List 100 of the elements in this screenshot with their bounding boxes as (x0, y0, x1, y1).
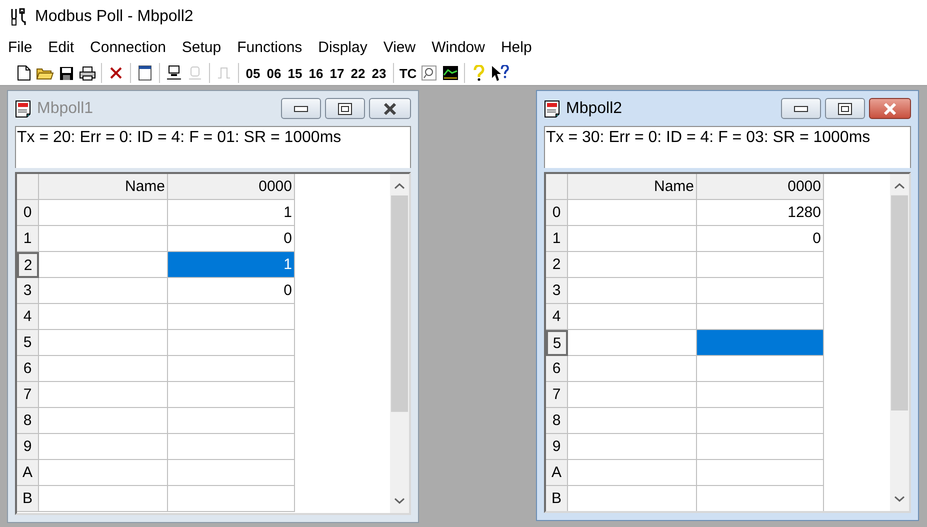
table-cell[interactable]: 0 (697, 226, 824, 252)
corner-header (17, 174, 39, 200)
table-cell[interactable] (168, 382, 295, 408)
device-icon (188, 65, 202, 81)
table-cell[interactable]: 0 (168, 226, 295, 252)
column-header[interactable]: Name (568, 174, 697, 200)
chart-icon[interactable] (442, 65, 458, 81)
menu-item[interactable]: Edit (48, 38, 82, 56)
row-header[interactable]: 5 (17, 330, 39, 356)
minimize-icon (794, 106, 808, 112)
row-header[interactable]: A (17, 460, 39, 486)
maximize-button[interactable] (325, 98, 365, 119)
table-cell[interactable] (697, 382, 824, 408)
menu-item[interactable]: File (8, 38, 40, 56)
table-cell[interactable] (168, 486, 295, 512)
row-header[interactable]: 8 (546, 408, 568, 434)
maximize-icon (338, 102, 352, 114)
row-header[interactable]: B (546, 486, 568, 511)
table-cell[interactable]: 0 (168, 278, 295, 304)
function-code-button[interactable]: 23 (370, 63, 388, 83)
row-header[interactable]: 6 (17, 356, 39, 382)
table-cell[interactable] (697, 278, 824, 304)
table-cell[interactable] (697, 304, 824, 330)
close-button[interactable] (869, 98, 911, 119)
table-cell[interactable] (697, 460, 824, 486)
table-cell[interactable] (168, 304, 295, 330)
table-cell[interactable] (168, 434, 295, 460)
maximize-button[interactable] (825, 98, 865, 119)
magnifier-icon[interactable] (421, 65, 437, 81)
row-header[interactable]: 5 (546, 330, 568, 356)
menu-item[interactable]: Help (500, 38, 540, 56)
function-code-button[interactable]: TC (399, 63, 417, 83)
menu-item[interactable]: Functions (237, 38, 310, 56)
window-title: Mbpoll2 (566, 100, 624, 118)
menu-item[interactable]: Connection (90, 38, 174, 56)
table-cell[interactable] (697, 408, 824, 434)
help-icon[interactable] (473, 65, 485, 81)
row-header[interactable]: 1 (546, 226, 568, 252)
column-header[interactable]: 0000 (168, 174, 295, 200)
row-header[interactable]: 7 (17, 382, 39, 408)
close-icon (382, 102, 398, 116)
row-header[interactable]: 0 (546, 200, 568, 226)
table-cell[interactable] (697, 434, 824, 460)
menu-item[interactable]: Window (432, 38, 493, 56)
row-header[interactable]: 3 (17, 278, 39, 304)
app-title: Modbus Poll - Mbpoll2 (35, 8, 194, 26)
row-header[interactable]: 3 (546, 278, 568, 304)
function-code-button[interactable]: 22 (349, 63, 367, 83)
close-icon (882, 102, 898, 116)
row-header[interactable]: 1 (17, 226, 39, 252)
row-header[interactable]: 9 (546, 434, 568, 460)
row-header[interactable]: 2 (546, 252, 568, 278)
row-header[interactable]: 6 (546, 356, 568, 382)
new-file-icon[interactable] (17, 65, 31, 81)
corner-header (546, 174, 568, 200)
table-cell[interactable]: 1280 (697, 200, 824, 226)
row-header[interactable]: 0 (17, 200, 39, 226)
column-header[interactable]: 0000 (697, 174, 824, 200)
menu-item[interactable]: Display (318, 38, 376, 56)
row-header[interactable]: 4 (17, 304, 39, 330)
table-cell[interactable] (168, 330, 295, 356)
function-code-button[interactable]: 15 (286, 63, 304, 83)
row-header[interactable]: A (546, 460, 568, 486)
table-cell[interactable] (697, 252, 824, 278)
row-header[interactable]: B (17, 486, 39, 512)
function-code-button[interactable]: 17 (328, 63, 346, 83)
function-code-button[interactable]: 16 (307, 63, 325, 83)
minimize-button[interactable] (281, 98, 321, 119)
table-cell[interactable] (697, 330, 824, 356)
table-cell[interactable] (168, 356, 295, 382)
row-header[interactable]: 8 (17, 408, 39, 434)
computer-icon[interactable] (166, 65, 182, 81)
vertical-scrollbar[interactable] (390, 174, 409, 513)
pointer-help-icon[interactable] (491, 64, 509, 82)
menu-item[interactable]: View (383, 38, 424, 56)
folder-icon[interactable] (36, 66, 54, 80)
printer-icon[interactable] (78, 66, 96, 80)
column-header[interactable]: Name (39, 174, 168, 200)
table-cell[interactable] (168, 408, 295, 434)
menu-item[interactable]: Setup (182, 38, 230, 56)
minimize-icon (294, 106, 308, 112)
row-header[interactable]: 2 (17, 252, 39, 278)
save-icon[interactable] (58, 66, 74, 80)
row-header[interactable]: 9 (17, 434, 39, 460)
row-header[interactable]: 7 (546, 382, 568, 408)
pulse-icon (217, 66, 231, 80)
function-code-button[interactable]: 05 (244, 63, 262, 83)
table-cell[interactable] (168, 460, 295, 486)
table-cell[interactable]: 1 (168, 200, 295, 226)
minimize-button[interactable] (781, 98, 821, 119)
app-icon (9, 6, 29, 26)
table-cell[interactable]: 1 (168, 252, 295, 278)
close-button[interactable] (369, 98, 411, 119)
table-cell[interactable] (697, 356, 824, 382)
row-header[interactable]: 4 (546, 304, 568, 330)
window-icon[interactable] (138, 65, 152, 81)
close-icon[interactable] (109, 66, 123, 80)
maximize-icon (838, 102, 852, 114)
function-code-button[interactable]: 06 (265, 63, 283, 83)
vertical-scrollbar[interactable] (890, 174, 909, 511)
